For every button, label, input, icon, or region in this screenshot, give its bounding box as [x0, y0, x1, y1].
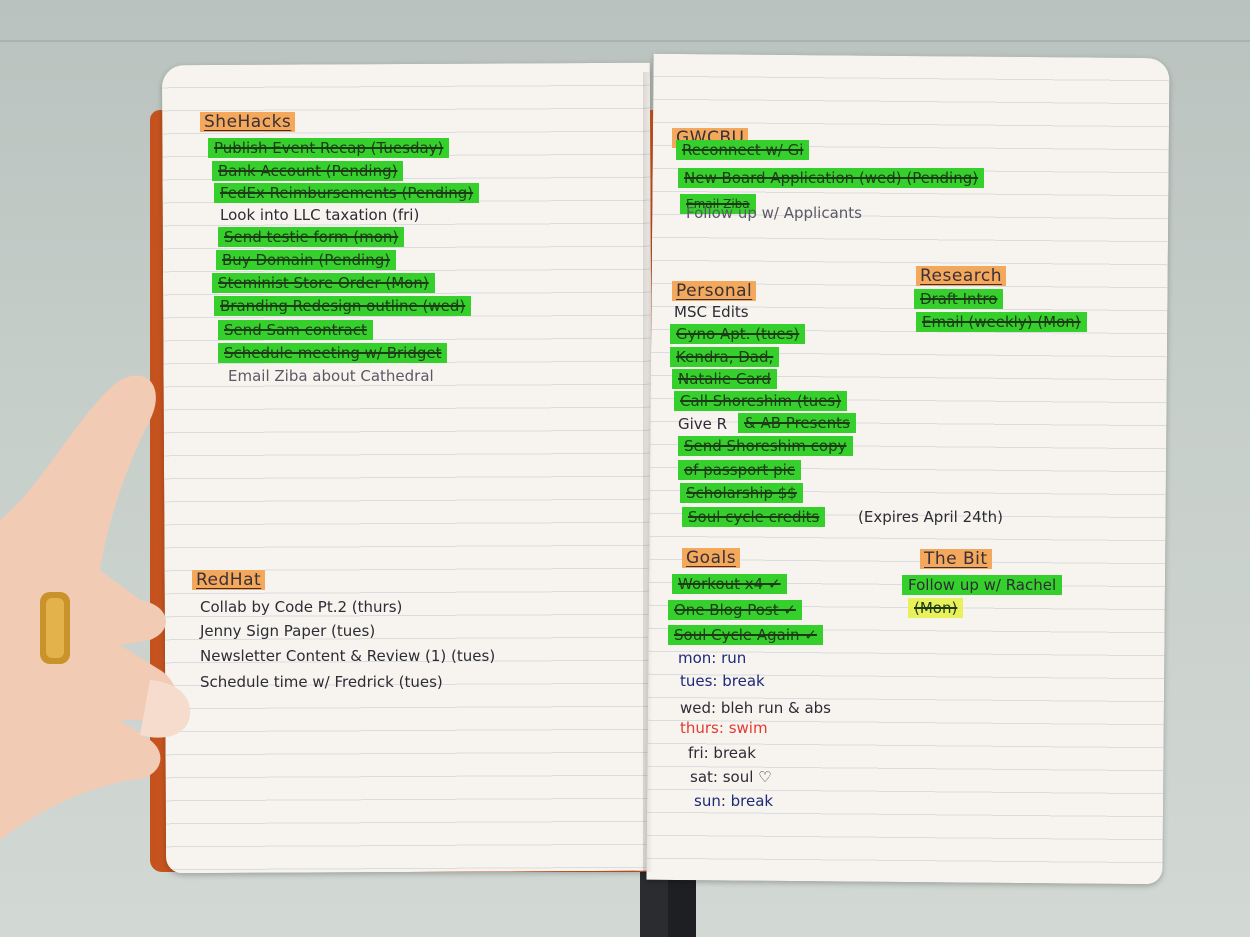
- todo-item: Look into LLC taxation (fri): [220, 206, 420, 224]
- hand: [0, 375, 191, 840]
- goal-item: Workout x4 ✓: [672, 574, 787, 594]
- todo-item: Natalie Card: [672, 369, 777, 389]
- todo-item: Send Sam contract: [218, 320, 373, 340]
- section-title-personal: Personal: [672, 281, 757, 301]
- todo-item: Email (weekly) (Mon): [916, 312, 1087, 332]
- todo-item: Scholarship $$: [680, 483, 803, 503]
- todo-item: Branding Redesign outline (wed): [214, 296, 472, 316]
- todo-item: MSC Edits: [674, 303, 749, 321]
- todo-item: Jenny Sign Paper (tues): [200, 622, 376, 640]
- todo-item: Steminist Store Order (Mon): [212, 273, 435, 293]
- notebook-gutter: [643, 72, 659, 872]
- todo-item: Newsletter Content & Review (1) (tues): [200, 647, 496, 665]
- schedule-item: sun: break: [694, 792, 774, 810]
- todo-item: Kendra, Dad,: [670, 347, 780, 367]
- todo-item: Give R: [678, 415, 728, 433]
- todo-item: Follow up w/ Rachel: [902, 575, 1063, 595]
- section-title-shehacks: SheHacks: [200, 112, 296, 132]
- todo-item: New Board Application (wed) (Pending): [678, 168, 985, 188]
- section-title-research: Research: [916, 266, 1006, 286]
- todo-item: Call Shoreshim (tues): [674, 391, 848, 411]
- desk-surface: [0, 40, 1250, 42]
- todo-item: (Mon): [908, 598, 964, 618]
- todo-item: Follow up w/ Applicants: [686, 204, 862, 222]
- schedule-item: sat: soul ♡: [690, 768, 772, 786]
- todo-item: Bank Account (Pending): [212, 161, 404, 181]
- todo-item: & AB Presents: [738, 413, 856, 433]
- todo-item: Collab by Code Pt.2 (thurs): [200, 598, 403, 616]
- goal-item: Soul Cycle Again ✓: [668, 625, 823, 645]
- todo-item: FedEx Reimbursements (Pending): [214, 183, 480, 203]
- goal-item: One Blog Post ✓: [668, 600, 802, 620]
- todo-note: (Expires April 24th): [858, 508, 1003, 526]
- todo-item: Publish Event Recap (Tuesday): [208, 138, 450, 158]
- schedule-item: tues: break: [680, 672, 765, 690]
- todo-item: of passport pic: [678, 460, 802, 480]
- todo-item: Send Shoreshim copy: [678, 436, 853, 456]
- section-title-goals: Goals: [682, 548, 741, 568]
- todo-item: Schedule time w/ Fredrick (tues): [200, 673, 443, 691]
- schedule-item: fri: break: [688, 744, 756, 762]
- todo-item: Schedule meeting w/ Bridget: [218, 343, 448, 363]
- section-title-the-bit: The Bit: [920, 549, 992, 569]
- todo-item: Draft Intro: [914, 289, 1004, 309]
- todo-item: Buy Domain (Pending): [216, 250, 397, 270]
- schedule-item: wed: bleh run & abs: [680, 699, 831, 717]
- todo-item: Email Ziba about Cathedral: [228, 367, 434, 385]
- schedule-item: mon: run: [678, 649, 747, 667]
- todo-item: Reconnect w/ Gi: [676, 140, 810, 160]
- todo-item: Soul cycle credits: [682, 507, 826, 527]
- schedule-item: thurs: swim: [680, 719, 768, 737]
- todo-item: Send testie form (mon): [218, 227, 405, 247]
- todo-item: Gyno Apt. (tues): [670, 324, 806, 344]
